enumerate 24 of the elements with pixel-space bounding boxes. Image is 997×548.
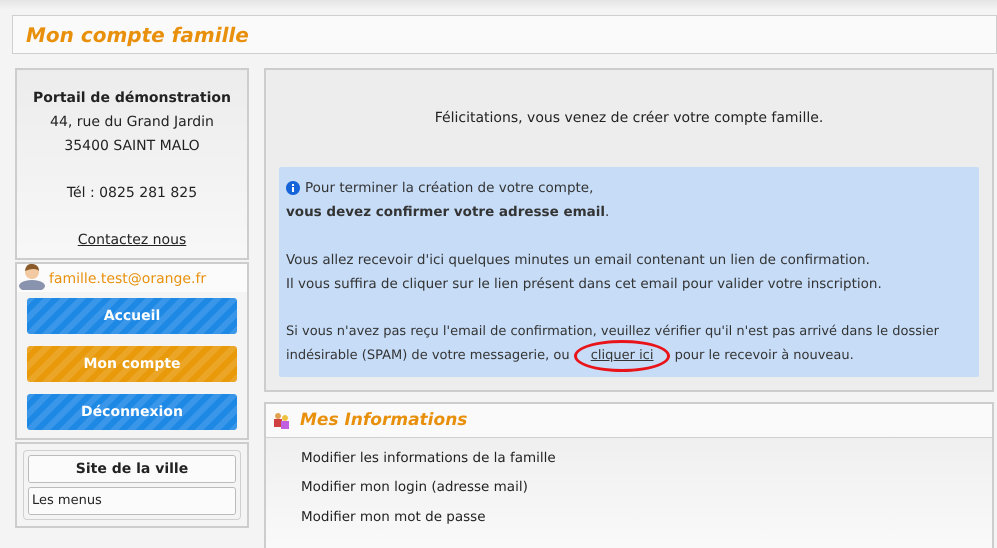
info-link[interactable]: Modifier les informations de la famille (301, 448, 556, 468)
info-link[interactable]: Modifier mon mot de passe (301, 506, 486, 527)
info-text: Il vous suffira de cliquer sur le lien présent dans cet email pour valider votre inscription. (286, 275, 883, 294)
info-text: Vous allez recevoir d'ici quelques minutes un email contenant un lien de confirmation. (286, 251, 871, 270)
menu-item[interactable]: Les menus (28, 487, 236, 515)
nav-button[interactable]: Accueil (27, 298, 237, 334)
phone-number: Tél : 0825 281 825 (66, 184, 198, 203)
portal-name: Portail de démonstration (33, 89, 231, 108)
resend-link[interactable]: cliquer ici (588, 348, 656, 363)
page-title: Mon compte famille (26, 22, 249, 48)
section-title: Mes Informations (300, 408, 468, 432)
info-line: vous devez confirmer votre adresse email. (286, 203, 610, 222)
address-line: 44, rue du Grand Jardin (50, 113, 214, 132)
family-icon (272, 412, 290, 430)
address-line: 35400 SAINT MALO (64, 137, 200, 156)
resend-text: Si vous n'avez pas reçu l'email de confirmation, veuillez vérifier qu'il n'est pas arrivé dans le dossier indésirable (SPAM) de votre messagerie, ou cliquer ici pour le recevoir à nouveau. (286, 320, 972, 368)
nav-button[interactable]: Déconnexion (27, 394, 237, 430)
success-message: Félicitations, vous venez de créer votre compte famille. (434, 109, 824, 128)
contact-link[interactable]: Contactez nous (78, 228, 186, 252)
info-line: Pour terminer la création de votre compte, (305, 179, 594, 198)
info-icon (286, 181, 300, 195)
info-link[interactable]: Modifier mon login (adresse mail) (301, 477, 528, 498)
user-email: famille.test@orange.fr (49, 270, 206, 289)
city-site-title: Site de la ville (28, 455, 236, 483)
